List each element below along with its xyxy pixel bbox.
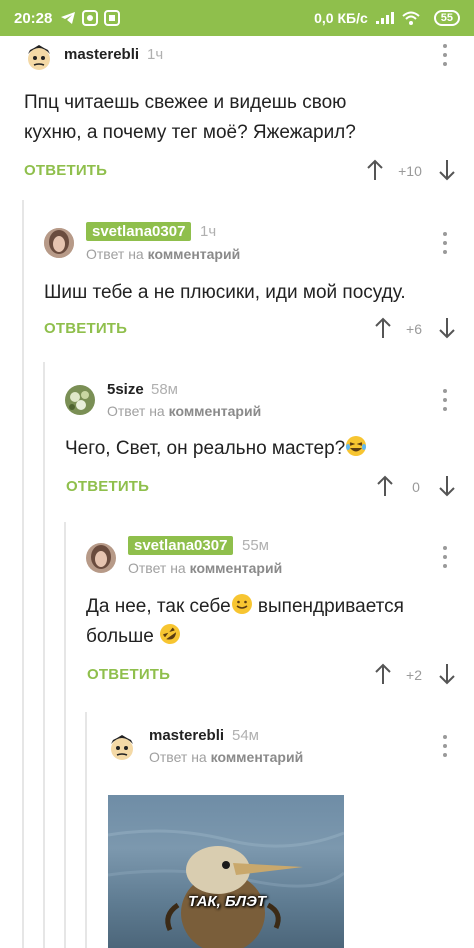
reply-to-target: комментарий — [168, 403, 262, 419]
more-options-icon[interactable] — [440, 389, 450, 411]
reply-button[interactable]: ОТВЕТИТЬ — [24, 162, 107, 179]
comment-time: 54м — [232, 727, 259, 744]
app-icon — [104, 10, 121, 26]
reply-to-link[interactable]: Ответ на комментарий — [128, 560, 282, 576]
author-name[interactable]: masterebli — [149, 727, 224, 744]
thread-line — [22, 200, 24, 948]
comment-text-line: Ппц читаешь свежее и видешь свою — [24, 92, 347, 113]
rofl-emoji-icon — [160, 624, 181, 644]
comment-time: 1ч — [200, 223, 217, 240]
comment-rating: +2 — [406, 667, 422, 683]
reply-to-target: комментарий — [210, 749, 304, 765]
app-icon — [82, 10, 99, 26]
avatar[interactable] — [44, 228, 74, 258]
comment-time: 58м — [151, 381, 178, 398]
more-options-icon[interactable] — [440, 232, 450, 254]
reply-to-prefix: Ответ на — [86, 246, 144, 262]
avatar[interactable] — [86, 543, 116, 573]
bird-image — [108, 829, 344, 948]
comment-time: 1ч — [147, 46, 164, 63]
comment-rating: +6 — [406, 321, 422, 337]
comment-text-line: Чего, Свет, он реально мастер? — [65, 438, 346, 459]
reply-to-link[interactable]: Ответ на комментарий — [107, 403, 261, 419]
comment-text: Ппц читаешь свежее и видешь свою кухню, … — [24, 88, 464, 148]
reply-to-prefix: Ответ на — [149, 749, 207, 765]
comment-time: 55м — [242, 537, 269, 554]
author-name[interactable]: svetlana0307 — [86, 222, 192, 241]
signal-icon — [375, 12, 394, 24]
more-options-icon[interactable] — [440, 44, 450, 66]
more-options-icon[interactable] — [440, 546, 450, 568]
comment-text: Шиш тебе а не плюсики, иди мой посуду. — [44, 278, 464, 308]
reply-to-prefix: Ответ на — [107, 403, 165, 419]
downvote-icon[interactable] — [436, 475, 458, 497]
comment-text-line: Да нее, так себе — [86, 596, 231, 617]
comment-rating: 0 — [412, 479, 420, 495]
thread-line — [85, 712, 87, 948]
reply-button[interactable]: ОТВЕТИТЬ — [87, 666, 170, 683]
comment-text-line: кухню, а почему тег моё? Яжежарил? — [24, 122, 356, 143]
author-name[interactable]: masterebli — [64, 46, 139, 63]
reply-button[interactable]: ОТВЕТИТЬ — [66, 478, 149, 495]
upvote-icon[interactable] — [372, 317, 394, 339]
upvote-icon[interactable] — [374, 475, 396, 497]
comment-text: Да нее, так себе выпендривается больше — [86, 592, 474, 652]
upvote-icon[interactable] — [364, 159, 386, 181]
wifi-icon — [402, 11, 420, 25]
avatar[interactable] — [65, 385, 95, 415]
battery-icon: 55 — [433, 10, 460, 26]
reply-to-target: комментарий — [147, 246, 241, 262]
reply-to-prefix: Ответ на — [128, 560, 186, 576]
image-caption: ТАК, БЛЭТ — [188, 893, 267, 910]
comment-text-line: Шиш тебе а не плюсики, иди мой посуду. — [44, 282, 406, 303]
telegram-icon — [60, 11, 76, 25]
downvote-icon[interactable] — [436, 159, 458, 181]
status-time: 20:28 — [14, 9, 53, 27]
downvote-icon[interactable] — [436, 663, 458, 685]
upvote-icon[interactable] — [372, 663, 394, 685]
more-options-icon[interactable] — [440, 735, 450, 757]
author-name[interactable]: 5size — [107, 381, 144, 398]
thread-line — [43, 362, 45, 948]
thread-line — [64, 522, 66, 948]
comment-rating: +10 — [398, 163, 422, 179]
smiling-emoji-icon — [231, 594, 252, 614]
avatar[interactable] — [24, 42, 54, 72]
downvote-icon[interactable] — [436, 317, 458, 339]
comment-text: Чего, Свет, он реально мастер? — [65, 434, 465, 464]
comment-text-line: выпендривается — [257, 596, 404, 617]
reply-to-link[interactable]: Ответ на комментарий — [149, 749, 303, 765]
reply-to-target: комментарий — [189, 560, 283, 576]
reply-button[interactable]: ОТВЕТИТЬ — [44, 320, 127, 337]
status-bar: 20:28 0,0 КБ/с 55 — [0, 0, 474, 36]
author-name[interactable]: svetlana0307 — [128, 536, 234, 555]
laughing-emoji-icon — [346, 436, 367, 456]
reply-to-link[interactable]: Ответ на комментарий — [86, 246, 240, 262]
avatar[interactable] — [107, 732, 137, 762]
comment-text-line: больше — [86, 626, 154, 647]
comment-image[interactable]: ТАК, БЛЭТ — [108, 795, 344, 948]
network-speed: 0,0 КБ/с — [314, 10, 368, 26]
